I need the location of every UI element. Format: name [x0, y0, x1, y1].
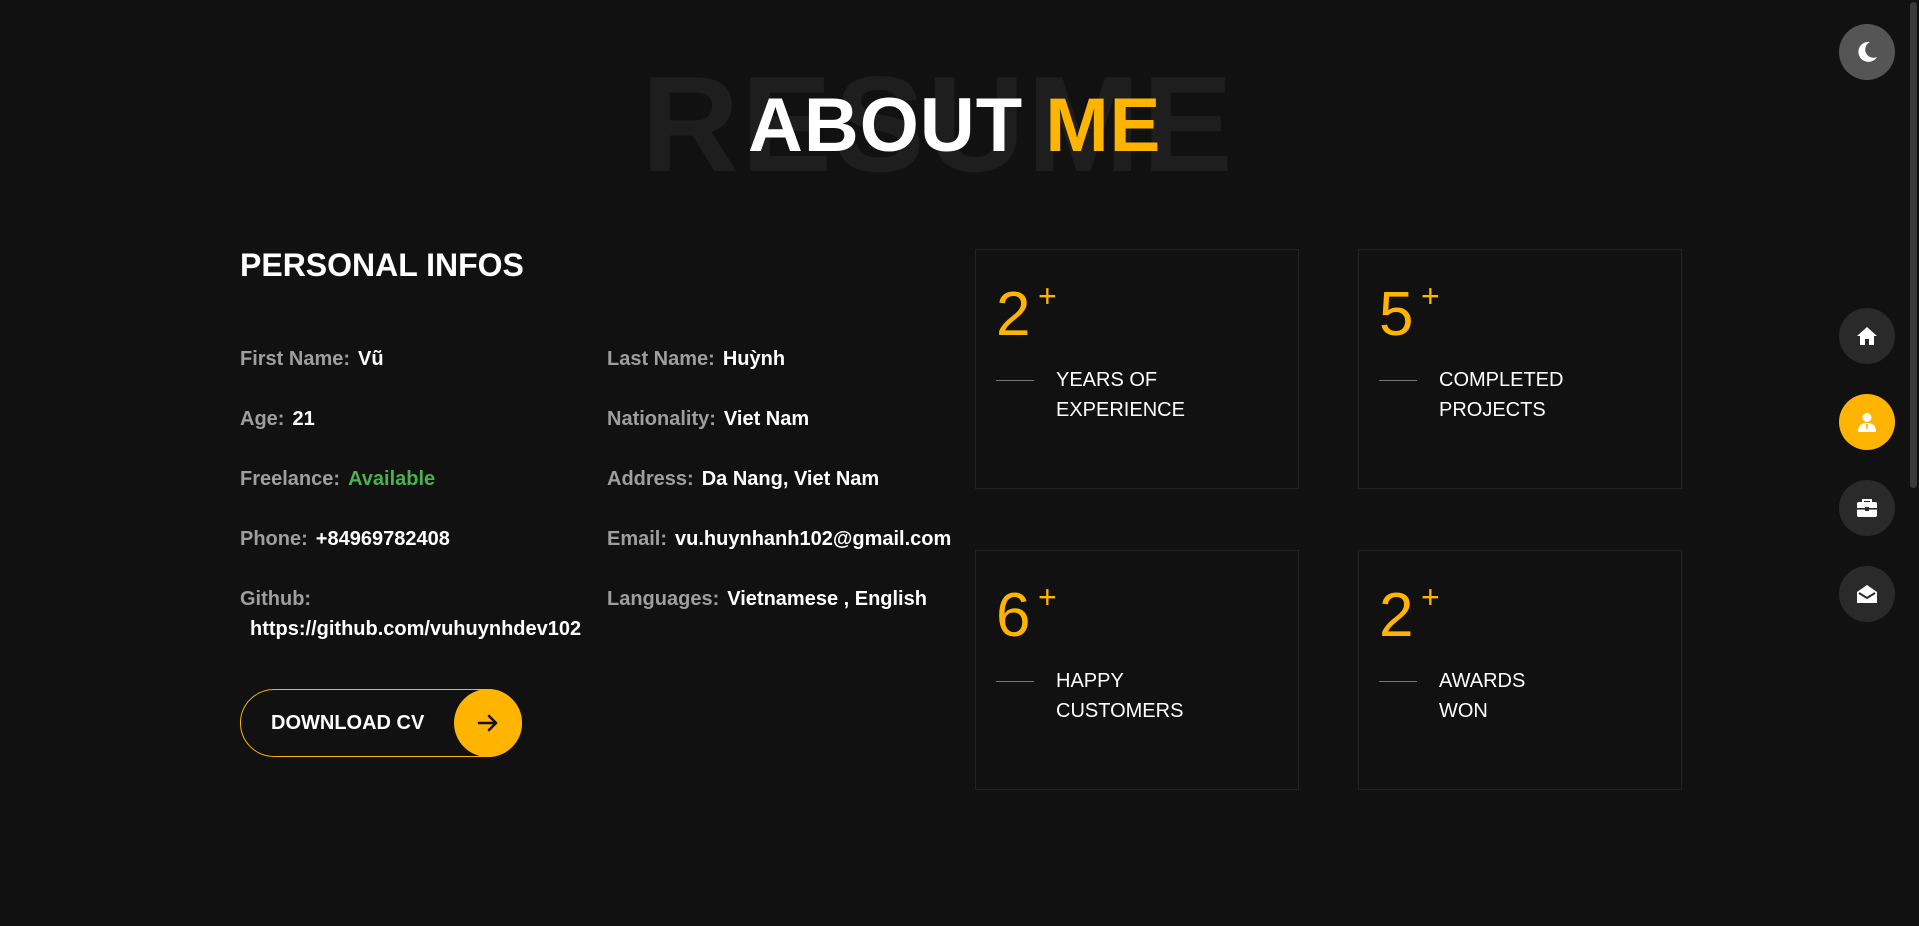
nav-about-button[interactable]	[1839, 394, 1895, 450]
theme-toggle-button[interactable]	[1839, 24, 1895, 80]
stat-plus: +	[1421, 579, 1440, 615]
download-cv-label: DOWNLOAD CV	[271, 712, 425, 734]
stat-label-line2: PROJECTS	[1439, 399, 1546, 421]
info-label: Github:	[240, 588, 312, 610]
nav-portfolio-button[interactable]	[1839, 480, 1895, 536]
stat-label-line2: WON	[1439, 700, 1488, 722]
title-word-about: ABOUT	[748, 83, 1024, 168]
info-first-name: First Name: Vũ	[240, 344, 384, 374]
stat-divider	[996, 681, 1034, 682]
nav-home-button[interactable]	[1839, 308, 1895, 364]
github-link[interactable]: https://github.com/vuhuynhdev102	[240, 614, 581, 644]
info-last-name: Last Name: Huỳnh	[607, 344, 785, 374]
download-cv-button[interactable]: DOWNLOAD CV	[240, 689, 522, 757]
scrollbar-thumb[interactable]	[1910, 2, 1917, 488]
title-word-me: ME	[1045, 83, 1162, 168]
info-email: Email: vu.huynhanh102@gmail.com	[607, 524, 951, 554]
info-age: Age: 21	[240, 404, 315, 434]
stat-divider	[996, 380, 1034, 381]
stat-divider	[1379, 681, 1417, 682]
info-label: Freelance:	[240, 468, 341, 490]
stat-card-customers: 6 + HAPPY CUSTOMERS	[975, 550, 1299, 790]
info-freelance: Freelance: Available	[240, 464, 435, 494]
download-cv-icon-circle	[454, 689, 522, 757]
stat-number: 6	[996, 581, 1031, 650]
stat-label-line1: COMPLETED	[1439, 369, 1564, 391]
info-value: Da Nang, Viet Nam	[701, 468, 880, 490]
info-label: Languages:	[607, 588, 720, 610]
home-icon	[1857, 327, 1877, 345]
stat-number: 5	[1379, 280, 1414, 349]
info-label: Address:	[607, 468, 694, 490]
info-label: Age:	[240, 408, 285, 430]
info-value: Vũ	[358, 348, 384, 370]
info-nationality: Nationality: Viet Nam	[607, 404, 809, 434]
info-label: Nationality:	[607, 408, 716, 430]
stat-label-line1: YEARS OF	[1056, 369, 1158, 391]
about-page: RESUME ABOUT ME PERSONAL INFOS First Nam…	[0, 0, 1919, 926]
stat-label: HAPPY CUSTOMERS	[1056, 666, 1276, 726]
info-label: Email:	[607, 528, 668, 550]
stat-plus: +	[1038, 278, 1057, 314]
info-value: Vietnamese , English	[727, 588, 927, 610]
envelope-open-icon	[1857, 585, 1877, 603]
info-label: Last Name:	[607, 348, 715, 370]
info-value: Viet Nam	[723, 408, 810, 430]
info-address: Address: Da Nang, Viet Nam	[607, 464, 879, 494]
briefcase-icon	[1857, 499, 1877, 517]
moon-icon	[1858, 41, 1877, 62]
info-value: Huỳnh	[722, 348, 786, 370]
info-phone: Phone: +84969782408	[240, 524, 450, 554]
nav-contact-button[interactable]	[1839, 566, 1895, 622]
stat-label-line2: EXPERIENCE	[1056, 399, 1185, 421]
user-icon	[1858, 413, 1876, 432]
info-value: +84969782408	[315, 528, 450, 550]
email-link[interactable]: vu.huynhanh102@gmail.com	[675, 528, 951, 550]
stat-label-line1: HAPPY	[1056, 670, 1124, 692]
stat-card-experience: 2 + YEARS OF EXPERIENCE	[975, 249, 1299, 489]
info-value: 21	[292, 408, 315, 430]
stat-plus: +	[1421, 278, 1440, 314]
stat-card-awards: 2 + AWARDS WON	[1358, 550, 1682, 790]
section-title: RESUME ABOUT ME	[0, 56, 1919, 192]
stat-card-projects: 5 + COMPLETED PROJECTS	[1358, 249, 1682, 489]
info-github: Github: https://github.com/vuhuynhdev102	[240, 584, 581, 644]
personal-infos-heading: PERSONAL INFOS	[240, 247, 524, 283]
page-title: ABOUT ME	[748, 88, 1161, 164]
arrow-right-icon	[477, 714, 498, 732]
stat-divider	[1379, 380, 1417, 381]
info-languages: Languages: Vietnamese , English	[607, 584, 927, 614]
stat-number: 2	[996, 280, 1031, 349]
stat-label-line1: AWARDS	[1439, 670, 1526, 692]
stat-label: AWARDS WON	[1439, 666, 1659, 726]
freelance-status: Available	[348, 468, 436, 490]
stat-plus: +	[1038, 579, 1057, 615]
stat-number: 2	[1379, 581, 1414, 650]
stat-label-line2: CUSTOMERS	[1056, 700, 1184, 722]
stat-label: YEARS OF EXPERIENCE	[1056, 365, 1276, 425]
info-label: First Name:	[240, 348, 351, 370]
info-label: Phone:	[240, 528, 308, 550]
stat-label: COMPLETED PROJECTS	[1439, 365, 1659, 425]
